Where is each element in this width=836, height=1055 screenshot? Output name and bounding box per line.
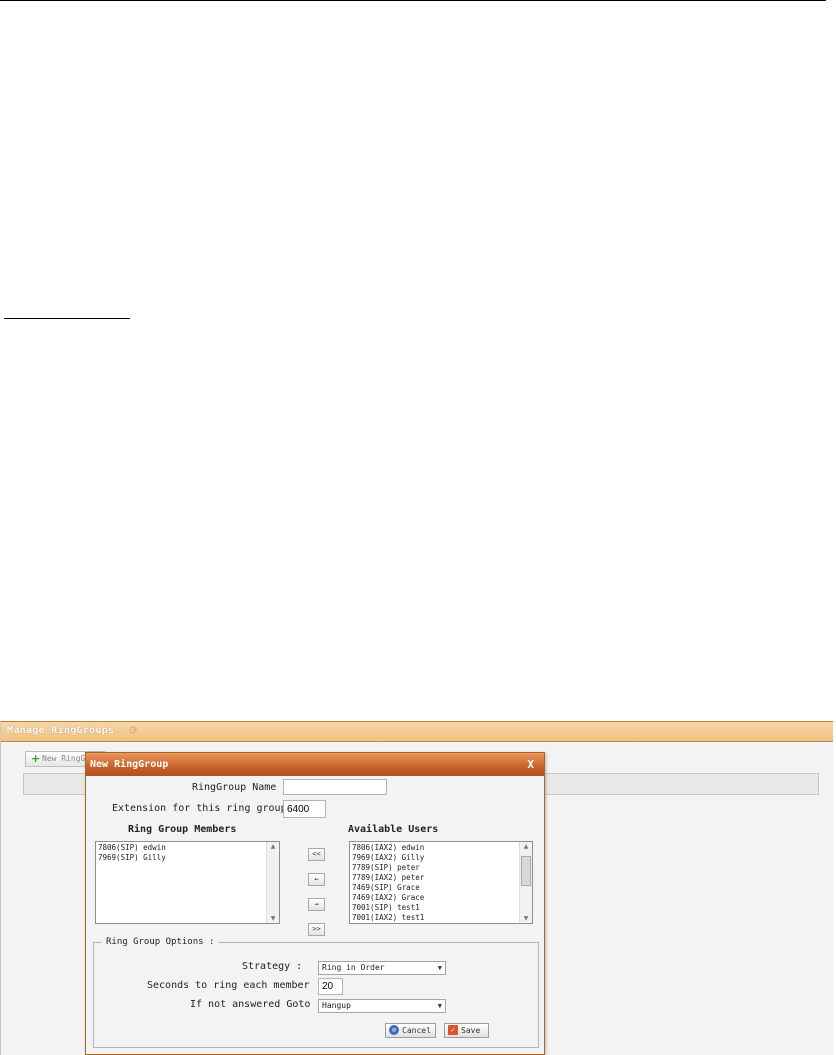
available-listbox[interactable]: 7806(IAX2) edwin 7969(IAX2) Gilly 7789(SIP… bbox=[349, 841, 533, 924]
ringgroup-name-input[interactable] bbox=[283, 779, 387, 795]
seconds-input[interactable] bbox=[318, 978, 343, 995]
list-item[interactable]: 7969(IAX2) Gilly bbox=[352, 853, 424, 863]
goto-select[interactable]: Hangup ▼ bbox=[318, 999, 446, 1013]
list-item[interactable]: 7469(IAX2) Grace bbox=[352, 893, 424, 903]
strategy-label: Strategy : bbox=[242, 961, 303, 972]
screenshot-region: Manage RingGroups ⟳ + New RingG New Ring… bbox=[0, 721, 833, 1055]
scroll-down-icon[interactable]: ▼ bbox=[269, 915, 277, 922]
strategy-select[interactable]: Ring in Order ▼ bbox=[318, 961, 446, 975]
list-item[interactable]: 7001(IAX2) test1 bbox=[352, 913, 424, 923]
members-scrollbar[interactable]: ▲ ▼ bbox=[266, 842, 279, 923]
refresh-icon[interactable]: ⟳ bbox=[129, 725, 141, 737]
scroll-down-icon[interactable]: ▼ bbox=[522, 915, 530, 922]
cancel-button[interactable]: ⊘ Cancel bbox=[385, 1023, 436, 1038]
chevron-down-icon: ▼ bbox=[437, 1002, 442, 1010]
top-divider bbox=[0, 0, 826, 1]
extension-label: Extension for this ring group : bbox=[112, 803, 299, 814]
strategy-value: Ring in Order bbox=[322, 963, 385, 972]
scrollbar-thumb[interactable] bbox=[521, 856, 531, 886]
move-all-left-button[interactable]: << bbox=[308, 848, 325, 861]
list-item[interactable]: 7001(SIP) test1 bbox=[352, 903, 424, 913]
underline-divider bbox=[4, 318, 130, 319]
options-legend: Ring Group Options : bbox=[102, 937, 219, 947]
ringgroup-name-label: RingGroup Name : bbox=[192, 782, 289, 793]
members-heading: Ring Group Members bbox=[128, 824, 237, 835]
move-left-button[interactable]: ← bbox=[308, 873, 325, 886]
list-item[interactable]: 7806(SIP) edwin bbox=[98, 843, 166, 853]
close-icon[interactable]: X bbox=[527, 758, 534, 771]
move-right-button[interactable]: → bbox=[308, 898, 325, 911]
available-heading: Available Users bbox=[348, 824, 439, 835]
list-item[interactable]: 7789(IAX2) peter bbox=[352, 873, 424, 883]
save-icon: ✓ bbox=[448, 1025, 458, 1035]
ringgroup-options-fieldset: Ring Group Options : Strategy : Ring in … bbox=[93, 937, 539, 1048]
available-scrollbar[interactable]: ▲ ▼ bbox=[519, 842, 532, 923]
plus-icon: + bbox=[31, 752, 41, 765]
save-label: Save bbox=[461, 1026, 481, 1035]
goto-value: Hangup bbox=[322, 1001, 351, 1010]
scroll-up-icon[interactable]: ▲ bbox=[269, 843, 277, 850]
members-listbox[interactable]: 7806(SIP) edwin 7969(SIP) Gilly ▲ ▼ bbox=[95, 841, 280, 924]
list-item[interactable]: 7806(IAX2) edwin bbox=[352, 843, 424, 853]
cancel-label: Cancel bbox=[402, 1026, 431, 1035]
scroll-up-icon[interactable]: ▲ bbox=[522, 843, 530, 850]
list-item[interactable]: 7789(SIP) peter bbox=[352, 863, 424, 873]
cancel-icon: ⊘ bbox=[389, 1025, 399, 1035]
extension-input[interactable] bbox=[283, 800, 326, 818]
move-all-right-button[interactable]: >> bbox=[308, 923, 325, 936]
list-item[interactable]: 7969(SIP) Gilly bbox=[98, 853, 166, 863]
new-ringgroup-label: New RingG bbox=[42, 754, 86, 763]
dialog-title: New RingGroup bbox=[90, 759, 169, 770]
manage-header: Manage RingGroups ⟳ bbox=[1, 721, 833, 742]
goto-label: If not answered Goto : bbox=[190, 999, 323, 1010]
new-ringgroup-dialog: New RingGroup X RingGroup Name : Extensi… bbox=[85, 752, 545, 1055]
seconds-label: Seconds to ring each member : bbox=[147, 980, 322, 991]
save-button[interactable]: ✓ Save bbox=[444, 1023, 489, 1038]
list-item[interactable]: 7469(SIP) Grace bbox=[352, 883, 424, 893]
manage-title: Manage RingGroups bbox=[7, 725, 115, 736]
dialog-header: New RingGroup X bbox=[86, 753, 544, 776]
chevron-down-icon: ▼ bbox=[437, 964, 442, 972]
